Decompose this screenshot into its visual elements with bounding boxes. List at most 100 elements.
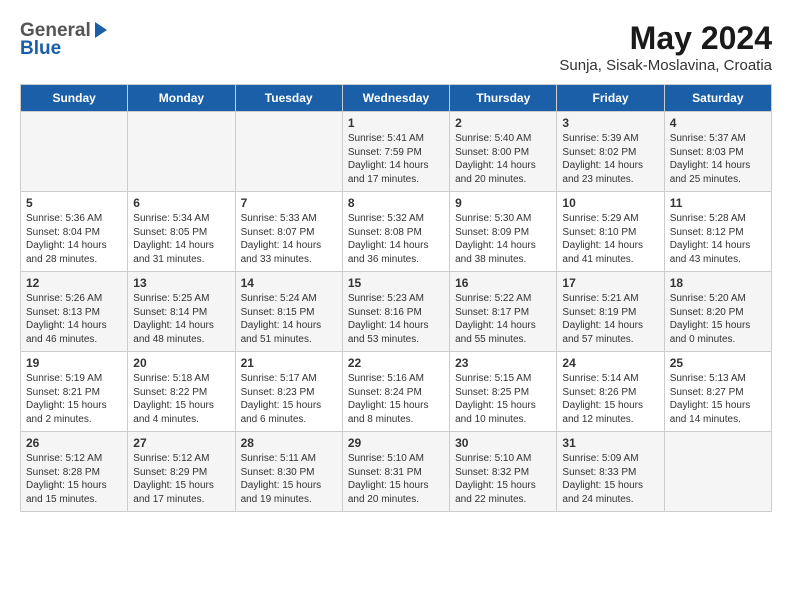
calendar-cell: 14 Sunrise: 5:24 AM Sunset: 8:15 PM Dayli… [235,272,342,352]
location: Sunja, Sisak-Moslavina, Croatia [559,57,772,74]
cell-info: Sunrise: 5:19 AM Sunset: 8:21 PM Dayligh… [26,372,122,426]
day-number: 10 [562,196,658,210]
day-number: 8 [348,196,444,210]
day-number: 25 [670,356,766,370]
cell-info: Sunrise: 5:41 AM Sunset: 7:59 PM Dayligh… [348,132,444,186]
cell-info: Sunrise: 5:23 AM Sunset: 8:16 PM Dayligh… [348,292,444,346]
calendar-cell: 16 Sunrise: 5:22 AM Sunset: 8:17 PM Dayli… [450,272,557,352]
day-number: 27 [133,436,229,450]
calendar-cell [21,112,128,192]
day-number: 14 [241,276,337,290]
calendar-cell: 25 Sunrise: 5:13 AM Sunset: 8:27 PM Dayli… [664,352,771,432]
day-number: 20 [133,356,229,370]
day-number: 9 [455,196,551,210]
calendar-table: SundayMondayTuesdayWednesdayThursdayFrid… [20,84,772,512]
day-number: 6 [133,196,229,210]
day-number: 12 [26,276,122,290]
calendar-week-row: 19Sunrise: 5:19 AM Sunset: 8:21 PM Dayli… [21,352,772,432]
cell-info: Sunrise: 5:26 AM Sunset: 8:13 PM Dayligh… [26,292,122,346]
day-number: 16 [455,276,551,290]
calendar-cell: 11 Sunrise: 5:28 AM Sunset: 8:12 PM Dayli… [664,192,771,272]
day-number: 3 [562,116,658,130]
day-number: 18 [670,276,766,290]
weekday-header: Tuesday [235,85,342,112]
calendar-cell: 26Sunrise: 5:12 AM Sunset: 8:28 PM Dayli… [21,432,128,512]
day-number: 1 [348,116,444,130]
cell-info: Sunrise: 5:40 AM Sunset: 8:00 PM Dayligh… [455,132,551,186]
calendar-cell: 1 Sunrise: 5:41 AM Sunset: 7:59 PM Daylig… [342,112,449,192]
calendar-cell [664,432,771,512]
calendar-week-row: 1 Sunrise: 5:41 AM Sunset: 7:59 PM Daylig… [21,112,772,192]
calendar-week-row: 12 Sunrise: 5:26 AM Sunset: 8:13 PM Dayli… [21,272,772,352]
calendar-cell: 20Sunrise: 5:18 AM Sunset: 8:22 PM Dayli… [128,352,235,432]
day-number: 5 [26,196,122,210]
cell-info: Sunrise: 5:36 AM Sunset: 8:04 PM Dayligh… [26,212,122,266]
day-number: 23 [455,356,551,370]
weekday-header: Monday [128,85,235,112]
logo-arrow-icon [92,22,110,40]
cell-info: Sunrise: 5:25 AM Sunset: 8:14 PM Dayligh… [133,292,229,346]
weekday-header: Saturday [664,85,771,112]
calendar-cell: 9Sunrise: 5:30 AM Sunset: 8:09 PM Daylig… [450,192,557,272]
title-block: May 2024 Sunja, Sisak-Moslavina, Croatia [559,20,772,74]
day-number: 4 [670,116,766,130]
calendar-cell: 29 Sunrise: 5:10 AM Sunset: 8:31 PM Dayli… [342,432,449,512]
calendar-cell: 21 Sunrise: 5:17 AM Sunset: 8:23 PM Dayli… [235,352,342,432]
cell-info: Sunrise: 5:15 AM Sunset: 8:25 PM Dayligh… [455,372,551,426]
calendar-cell: 12 Sunrise: 5:26 AM Sunset: 8:13 PM Dayli… [21,272,128,352]
cell-info: Sunrise: 5:13 AM Sunset: 8:27 PM Dayligh… [670,372,766,426]
day-number: 24 [562,356,658,370]
cell-info: Sunrise: 5:11 AM Sunset: 8:30 PM Dayligh… [241,452,337,506]
cell-info: Sunrise: 5:10 AM Sunset: 8:31 PM Dayligh… [348,452,444,506]
day-number: 21 [241,356,337,370]
day-number: 13 [133,276,229,290]
cell-info: Sunrise: 5:33 AM Sunset: 8:07 PM Dayligh… [241,212,337,266]
page-header: General Blue May 2024 Sunja, Sisak-Mosla… [20,20,772,74]
cell-info: Sunrise: 5:17 AM Sunset: 8:23 PM Dayligh… [241,372,337,426]
weekday-header: Friday [557,85,664,112]
calendar-cell: 27 Sunrise: 5:12 AM Sunset: 8:29 PM Dayli… [128,432,235,512]
day-number: 26 [26,436,122,450]
calendar-cell: 30 Sunrise: 5:10 AM Sunset: 8:32 PM Dayli… [450,432,557,512]
calendar-cell: 8Sunrise: 5:32 AM Sunset: 8:08 PM Daylig… [342,192,449,272]
logo-blue-text: Blue [20,38,61,60]
calendar-cell: 7Sunrise: 5:33 AM Sunset: 8:07 PM Daylig… [235,192,342,272]
cell-info: Sunrise: 5:14 AM Sunset: 8:26 PM Dayligh… [562,372,658,426]
cell-info: Sunrise: 5:29 AM Sunset: 8:10 PM Dayligh… [562,212,658,266]
calendar-cell: 2Sunrise: 5:40 AM Sunset: 8:00 PM Daylig… [450,112,557,192]
day-number: 17 [562,276,658,290]
logo: General Blue [20,20,110,60]
weekday-header: Wednesday [342,85,449,112]
calendar-cell: 24 Sunrise: 5:14 AM Sunset: 8:26 PM Dayli… [557,352,664,432]
calendar-cell [235,112,342,192]
day-number: 31 [562,436,658,450]
day-number: 30 [455,436,551,450]
cell-info: Sunrise: 5:37 AM Sunset: 8:03 PM Dayligh… [670,132,766,186]
cell-info: Sunrise: 5:28 AM Sunset: 8:12 PM Dayligh… [670,212,766,266]
cell-info: Sunrise: 5:20 AM Sunset: 8:20 PM Dayligh… [670,292,766,346]
calendar-cell: 6 Sunrise: 5:34 AM Sunset: 8:05 PM Daylig… [128,192,235,272]
calendar-cell: 15Sunrise: 5:23 AM Sunset: 8:16 PM Dayli… [342,272,449,352]
cell-info: Sunrise: 5:22 AM Sunset: 8:17 PM Dayligh… [455,292,551,346]
calendar-week-row: 26Sunrise: 5:12 AM Sunset: 8:28 PM Dayli… [21,432,772,512]
cell-info: Sunrise: 5:21 AM Sunset: 8:19 PM Dayligh… [562,292,658,346]
month-year: May 2024 [559,20,772,57]
calendar-cell: 4 Sunrise: 5:37 AM Sunset: 8:03 PM Daylig… [664,112,771,192]
cell-info: Sunrise: 5:34 AM Sunset: 8:05 PM Dayligh… [133,212,229,266]
calendar-cell: 18 Sunrise: 5:20 AM Sunset: 8:20 PM Dayli… [664,272,771,352]
cell-info: Sunrise: 5:09 AM Sunset: 8:33 PM Dayligh… [562,452,658,506]
calendar-header-row: SundayMondayTuesdayWednesdayThursdayFrid… [21,85,772,112]
weekday-header: Thursday [450,85,557,112]
calendar-week-row: 5 Sunrise: 5:36 AM Sunset: 8:04 PM Daylig… [21,192,772,272]
calendar-cell: 19Sunrise: 5:19 AM Sunset: 8:21 PM Dayli… [21,352,128,432]
cell-info: Sunrise: 5:12 AM Sunset: 8:29 PM Dayligh… [133,452,229,506]
calendar-cell: 23 Sunrise: 5:15 AM Sunset: 8:25 PM Dayli… [450,352,557,432]
cell-info: Sunrise: 5:24 AM Sunset: 8:15 PM Dayligh… [241,292,337,346]
calendar-cell: 3 Sunrise: 5:39 AM Sunset: 8:02 PM Daylig… [557,112,664,192]
day-number: 11 [670,196,766,210]
calendar-cell: 28Sunrise: 5:11 AM Sunset: 8:30 PM Dayli… [235,432,342,512]
calendar-cell: 13 Sunrise: 5:25 AM Sunset: 8:14 PM Dayli… [128,272,235,352]
cell-info: Sunrise: 5:10 AM Sunset: 8:32 PM Dayligh… [455,452,551,506]
day-number: 29 [348,436,444,450]
cell-info: Sunrise: 5:39 AM Sunset: 8:02 PM Dayligh… [562,132,658,186]
